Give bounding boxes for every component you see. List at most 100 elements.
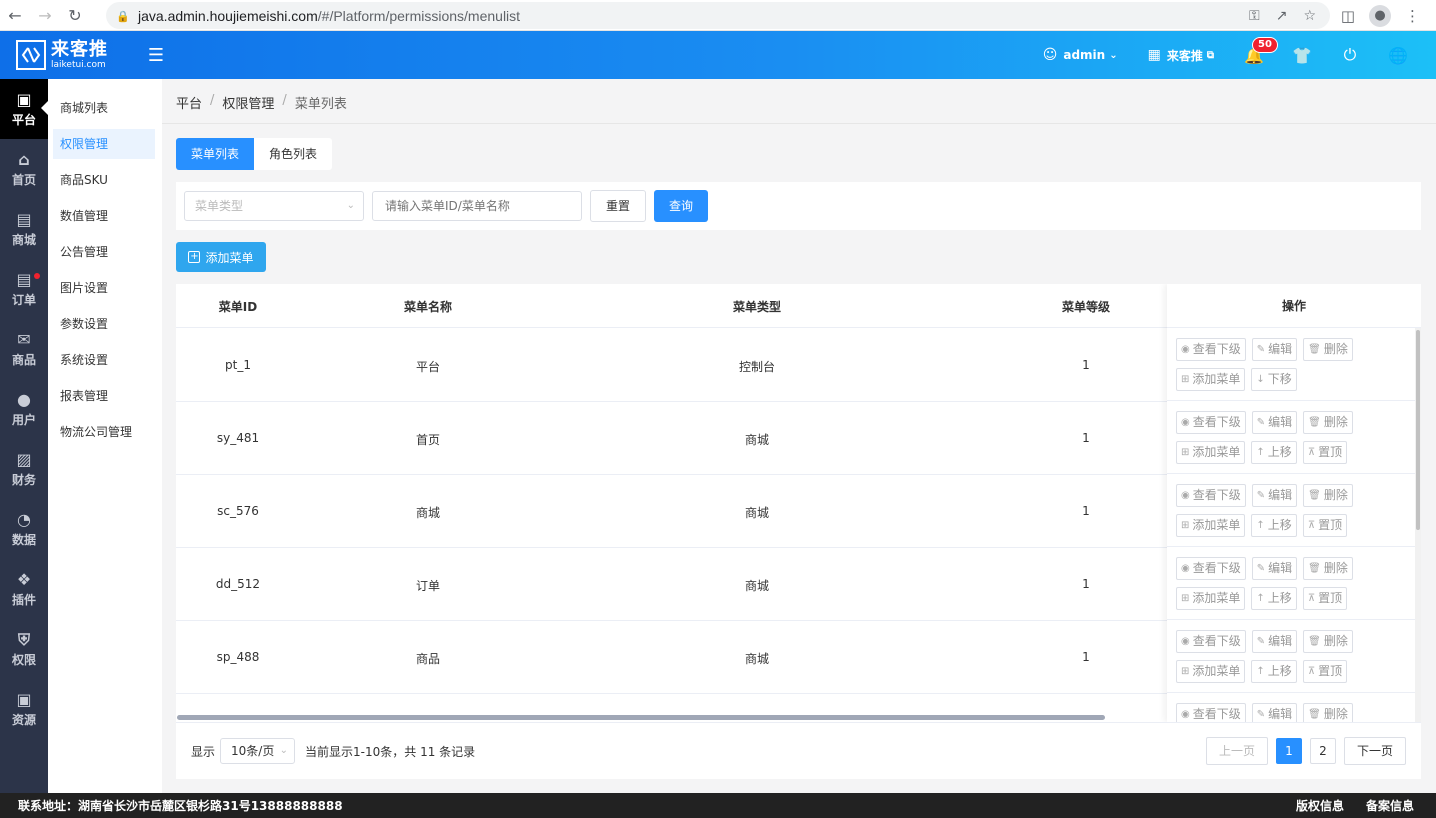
sub-menu-permissions[interactable]: 权限管理 — [53, 129, 155, 159]
icp-link[interactable]: 备案信息 — [1366, 797, 1414, 814]
shield-icon: ⛨ — [17, 629, 30, 649]
pin-top-button[interactable]: ⊼ 置顶 — [1302, 514, 1348, 537]
sub-menu-notice[interactable]: 公告管理 — [53, 237, 155, 267]
store-link[interactable]: ▦ 来客推 ⧉ — [1148, 47, 1214, 64]
bell-icon[interactable]: 🔔 50 — [1244, 37, 1278, 65]
move-down-button[interactable]: ↓ 下移 — [1251, 368, 1297, 391]
move-up-button[interactable]: ↑ 上移 — [1251, 660, 1297, 683]
sub-menu-sku[interactable]: 商品SKU — [53, 165, 155, 195]
star-icon[interactable]: ☆ — [1303, 8, 1316, 24]
trash-icon: 🗑 — [1308, 344, 1321, 355]
pin-top-button[interactable]: ⊼ 置顶 — [1302, 660, 1348, 683]
main-menu-data[interactable]: ◔ 数据 — [0, 499, 48, 559]
user-icon: ● — [17, 389, 31, 409]
view-children-button[interactable]: ◉ 查看下级 — [1176, 338, 1246, 361]
edit-button[interactable]: ✎ 编辑 — [1251, 557, 1298, 580]
horizontal-scrollbar[interactable] — [176, 713, 1166, 721]
edit-button[interactable]: ✎ 编辑 — [1251, 703, 1298, 722]
store-icon: ▦ — [1147, 47, 1161, 63]
logo[interactable]: 来客推 laiketui.com — [0, 31, 124, 79]
sub-menu-values[interactable]: 数值管理 — [53, 201, 155, 231]
tab-menu-list[interactable]: 菜单列表 — [176, 138, 255, 170]
delete-button[interactable]: 🗑 删除 — [1303, 338, 1353, 361]
add-submenu-button[interactable]: ⊞ 添加菜单 — [1176, 660, 1246, 683]
key-icon[interactable]: ⚿ — [1249, 8, 1260, 24]
address-bar[interactable]: 🔒 java.admin.houjiemeishi.com/#/Platform… — [106, 2, 1330, 29]
pin-top-button[interactable]: ⊼ 置顶 — [1302, 587, 1348, 610]
move-up-button[interactable]: ↑ 上移 — [1251, 587, 1297, 610]
move-up-button[interactable]: ↑ 上移 — [1251, 441, 1297, 464]
breadcrumb-platform[interactable]: 平台 — [176, 93, 202, 112]
main-menu-home[interactable]: ⌂ 首页 — [0, 139, 48, 199]
shirt-icon[interactable]: 👕 — [1292, 45, 1312, 65]
add-menu-button[interactable]: + 添加菜单 — [176, 242, 266, 272]
view-children-button[interactable]: ◉ 查看下级 — [1176, 484, 1246, 507]
pie-icon: ◔ — [17, 509, 31, 529]
chevron-down-icon: ⌄ — [279, 745, 289, 756]
user-menu[interactable]: ☺ admin ⌄ — [1043, 47, 1118, 63]
main-menu-goods[interactable]: ✉ 商品 — [0, 319, 48, 379]
sub-menu-mall-list[interactable]: 商城列表 — [53, 93, 155, 123]
image-icon: ▣ — [16, 689, 32, 709]
prev-page-button[interactable]: 上一页 — [1205, 737, 1268, 765]
view-children-button[interactable]: ◉ 查看下级 — [1176, 703, 1246, 722]
main-menu-resource[interactable]: ▣ 资源 — [0, 679, 48, 739]
next-page-button[interactable]: 下一页 — [1343, 737, 1406, 765]
main-menu-permission[interactable]: ⛨ 权限 — [0, 619, 48, 679]
delete-button[interactable]: 🗑 删除 — [1303, 411, 1353, 434]
edit-button[interactable]: ✎ 编辑 — [1251, 484, 1298, 507]
view-children-button[interactable]: ◉ 查看下级 — [1176, 411, 1246, 434]
main-menu-plugin[interactable]: ❖ 插件 — [0, 559, 48, 619]
view-children-button[interactable]: ◉ 查看下级 — [1176, 557, 1246, 580]
globe-icon[interactable]: 🌐 — [1388, 45, 1408, 65]
user-name: admin — [1063, 48, 1106, 62]
edit-icon: ✎ — [1256, 417, 1266, 428]
main-menu-mall[interactable]: ▤ 商城 — [0, 199, 48, 259]
main-menu-finance[interactable]: ▨ 财务 — [0, 439, 48, 499]
sidepanel-icon[interactable]: ◫ — [1341, 7, 1355, 25]
delete-button[interactable]: 🗑 删除 — [1303, 557, 1353, 580]
main-menu-platform[interactable]: ▣ 平台 — [0, 79, 48, 139]
add-submenu-button[interactable]: ⊞ 添加菜单 — [1176, 368, 1246, 391]
share-icon[interactable]: ↗ — [1276, 8, 1288, 24]
delete-button[interactable]: 🗑 删除 — [1303, 630, 1353, 653]
sub-menu-logistics[interactable]: 物流公司管理 — [53, 417, 155, 447]
edit-button[interactable]: ✎ 编辑 — [1251, 411, 1298, 434]
menu-dots-icon[interactable]: ⋮ — [1405, 7, 1420, 25]
menu-type-select[interactable]: 菜单类型 ⌄ — [184, 191, 364, 221]
back-icon[interactable]: ← — [0, 0, 30, 31]
add-submenu-button[interactable]: ⊞ 添加菜单 — [1176, 514, 1246, 537]
add-submenu-button[interactable]: ⊞ 添加菜单 — [1176, 587, 1246, 610]
power-icon[interactable]: ⏻ — [1340, 45, 1360, 65]
sub-menu-images[interactable]: 图片设置 — [53, 273, 155, 303]
menu-toggle-icon[interactable]: ☰ — [144, 43, 168, 67]
pin-top-button[interactable]: ⊼ 置顶 — [1302, 441, 1348, 464]
profile-icon[interactable]: ● — [1369, 4, 1391, 27]
page-size-select[interactable]: 10条/页 ⌄ — [220, 738, 296, 764]
sub-menu-params[interactable]: 参数设置 — [53, 309, 155, 339]
copyright-link[interactable]: 版权信息 — [1296, 797, 1344, 814]
page-2-button[interactable]: 2 — [1309, 738, 1336, 764]
edit-button[interactable]: ✎ 编辑 — [1251, 338, 1298, 361]
move-up-button[interactable]: ↑ 上移 — [1251, 514, 1297, 537]
page-1-button[interactable]: 1 — [1275, 738, 1302, 764]
delete-button[interactable]: 🗑 删除 — [1303, 703, 1353, 722]
eye-icon: ◉ — [1181, 563, 1190, 574]
sub-menu-system[interactable]: 系统设置 — [53, 345, 155, 375]
view-children-button[interactable]: ◉ 查看下级 — [1176, 630, 1246, 653]
forward-icon[interactable]: → — [30, 0, 60, 31]
vertical-scrollbar[interactable] — [1415, 328, 1421, 722]
add-submenu-button[interactable]: ⊞ 添加菜单 — [1176, 441, 1246, 464]
tab-role-list[interactable]: 角色列表 — [254, 138, 333, 170]
reset-button[interactable]: 重置 — [590, 190, 647, 222]
search-input[interactable] — [372, 191, 582, 221]
main-menu-user[interactable]: ● 用户 — [0, 379, 48, 439]
trash-icon: 🗑 — [1308, 563, 1321, 574]
main-menu-order[interactable]: ▤ 订单 — [0, 259, 48, 319]
sub-menu-reports[interactable]: 报表管理 — [53, 381, 155, 411]
breadcrumb-permissions[interactable]: 权限管理 — [222, 93, 274, 112]
reload-icon[interactable]: ↻ — [60, 0, 90, 31]
query-button[interactable]: 查询 — [654, 190, 709, 222]
delete-button[interactable]: 🗑 删除 — [1303, 484, 1353, 507]
edit-button[interactable]: ✎ 编辑 — [1251, 630, 1298, 653]
